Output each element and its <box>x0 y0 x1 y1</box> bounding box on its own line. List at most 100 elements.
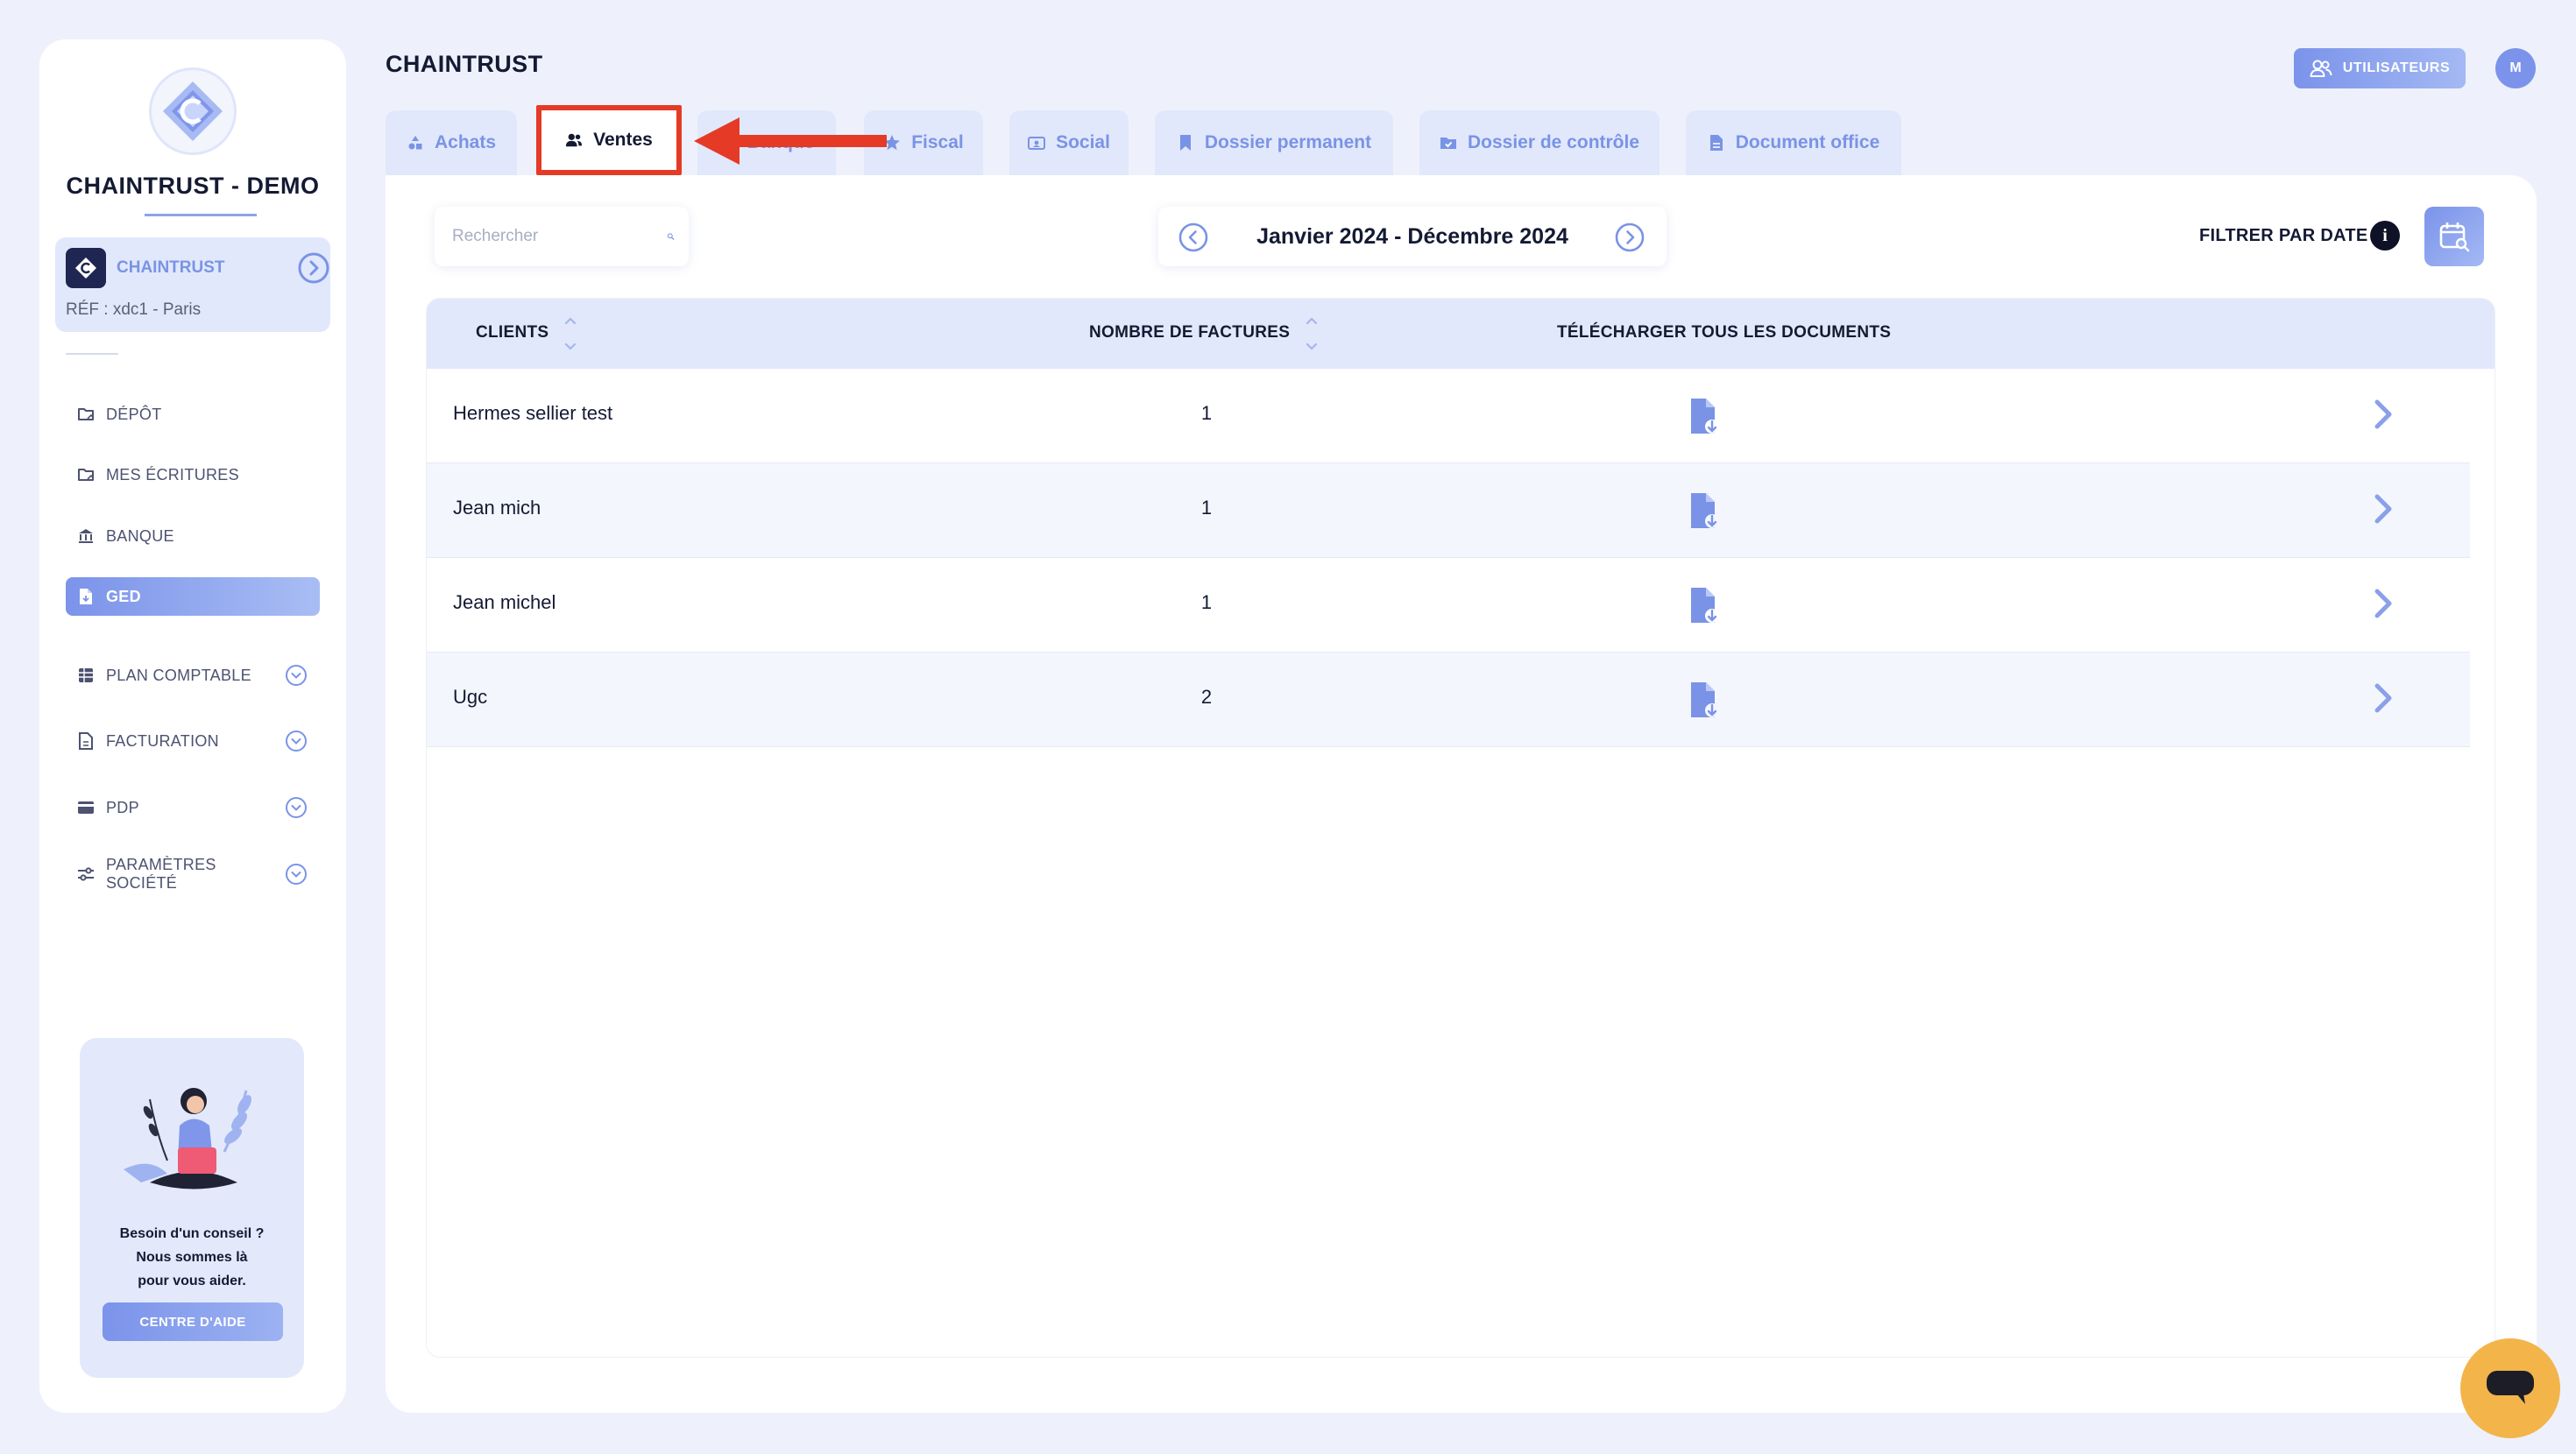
chevron-right-icon[interactable] <box>2370 493 2396 525</box>
brand-title: CHAINTRUST - DEMO <box>66 173 320 199</box>
sidebar-item-label: PDP <box>106 798 139 816</box>
help-center-button[interactable]: CENTRE D'AIDE <box>103 1302 283 1341</box>
sidebar-item-label: GED <box>106 587 141 605</box>
tab-label: Ventes <box>593 130 653 150</box>
folder-check-icon <box>1440 134 1457 152</box>
search-input[interactable] <box>452 227 667 246</box>
column-header-download: TÉLÉCHARGER TOUS LES DOCUMENTS <box>1557 323 1892 342</box>
invoice-icon <box>76 731 96 751</box>
users-icon <box>565 131 583 149</box>
company-switcher[interactable]: CHAINTRUST RÉF : xdc1 - Paris <box>55 237 330 332</box>
tab-label: Dossier de contrôle <box>1467 132 1640 152</box>
table-row[interactable]: Hermes sellier test 1 <box>427 369 2470 463</box>
sidebar-item-label: MES ÉCRITURES <box>106 465 239 483</box>
sidebar-item-pdp[interactable]: PDP <box>66 788 320 827</box>
company-name: CHAINTRUST <box>117 258 225 277</box>
sidebar-item-label: BANQUE <box>106 526 174 545</box>
sidebar-item-depot[interactable]: DÉPÔT <box>66 395 320 434</box>
chevron-right-icon[interactable] <box>2370 588 2396 619</box>
folder-icon <box>76 465 96 484</box>
info-icon[interactable]: i <box>2370 221 2400 251</box>
calendar-search-icon <box>2439 222 2470 252</box>
chaintrust-logo[interactable] <box>149 67 237 155</box>
shapes-icon <box>407 134 424 152</box>
chevron-down-icon[interactable] <box>285 730 308 752</box>
tab-achats[interactable]: Achats <box>386 110 517 175</box>
download-document-icon[interactable] <box>1688 491 1720 530</box>
column-header-clients[interactable]: CLIENTS <box>476 323 548 342</box>
invoice-count: 2 <box>1200 686 1213 708</box>
client-name: Hermes sellier test <box>453 402 613 424</box>
chevron-right-circle-icon[interactable] <box>1614 222 1645 253</box>
tab-label: Social <box>1056 132 1110 152</box>
chevron-right-icon[interactable] <box>2370 682 2396 714</box>
chevron-down-icon[interactable] <box>285 863 308 886</box>
tab-label: Dossier permanent <box>1204 132 1372 152</box>
sidebar-item-mes-ecritures[interactable]: MES ÉCRITURES <box>66 455 320 494</box>
sidebar-item-parametres-societe[interactable]: PARAMÈTRES SOCIÉTÉ <box>66 855 320 893</box>
calendar-filter-button[interactable] <box>2424 207 2484 266</box>
sidebar-item-label: PARAMÈTRES SOCIÉTÉ <box>106 856 216 892</box>
invoice-count: 1 <box>1200 497 1213 519</box>
company-logo <box>66 248 106 288</box>
company-ref: RÉF : xdc1 - Paris <box>66 300 202 319</box>
user-avatar[interactable]: M <box>2495 48 2536 88</box>
users-button-label: UTILISATEURS <box>2342 60 2451 75</box>
sidebar: CHAINTRUST - DEMO CHAINTRUST RÉF : xdc1 … <box>39 39 346 1413</box>
sidebar-item-ged[interactable]: GED <box>66 577 320 616</box>
id-card-icon <box>1028 134 1046 152</box>
sort-icon[interactable] <box>562 307 579 360</box>
help-line-2: Nous sommes là <box>136 1250 248 1265</box>
download-document-icon[interactable] <box>1688 586 1720 625</box>
sidebar-item-label: FACTURATION <box>106 731 219 750</box>
chevron-right-icon[interactable] <box>2370 399 2396 430</box>
download-document-icon[interactable] <box>1688 681 1720 719</box>
chat-icon <box>2487 1371 2534 1404</box>
tab-document-office[interactable]: Document office <box>1686 110 1901 175</box>
search-box[interactable] <box>435 207 689 266</box>
tab-dossier-de-controle[interactable]: Dossier de contrôle <box>1419 110 1660 175</box>
sidebar-item-banque[interactable]: BANQUE <box>66 517 320 555</box>
users-icon <box>2310 60 2332 77</box>
tab-social[interactable]: Social <box>1009 110 1129 175</box>
chevron-down-icon[interactable] <box>285 664 308 687</box>
sidebar-divider <box>66 353 118 355</box>
search-icon[interactable] <box>667 226 675 247</box>
invoice-count: 1 <box>1200 591 1213 613</box>
card-icon <box>76 798 96 817</box>
sidebar-item-facturation[interactable]: FACTURATION <box>66 722 320 760</box>
help-card: Besoin d'un conseil ? Nous sommes là pou… <box>80 1038 304 1378</box>
sidebar-item-label: PLAN COMPTABLE <box>106 666 251 684</box>
client-name: Jean mich <box>453 497 541 519</box>
tab-ventes[interactable]: Ventes <box>536 105 682 175</box>
bookmark-icon <box>1177 134 1194 152</box>
clients-table: CLIENTS NOMBRE DE FACTURES TÉLÉCHARGER T… <box>426 298 2495 1358</box>
file-icon <box>1708 134 1725 152</box>
users-button[interactable]: UTILISATEURS <box>2294 48 2466 88</box>
document-icon <box>76 587 96 606</box>
table-row[interactable]: Jean michel 1 <box>427 558 2470 653</box>
column-header-count[interactable]: NOMBRE DE FACTURES <box>1089 323 1290 342</box>
table-row[interactable]: Ugc 2 <box>427 653 2470 747</box>
bank-icon <box>76 526 96 546</box>
main-panel: Janvier 2024 - Décembre 2024 FILTRER PAR… <box>386 175 2537 1413</box>
sort-icon[interactable] <box>1303 307 1320 360</box>
sliders-icon <box>76 865 96 884</box>
chevron-down-icon[interactable] <box>285 796 308 819</box>
table-row[interactable]: Jean mich 1 <box>427 463 2470 558</box>
tab-dossier-permanent[interactable]: Dossier permanent <box>1155 110 1393 175</box>
table-header: CLIENTS NOMBRE DE FACTURES TÉLÉCHARGER T… <box>427 299 2495 369</box>
tab-label: Fiscal <box>911 132 964 152</box>
sidebar-item-plan-comptable[interactable]: PLAN COMPTABLE <box>66 656 320 695</box>
sidebar-item-label: DÉPÔT <box>106 405 162 423</box>
download-document-icon[interactable] <box>1688 397 1720 435</box>
chat-button[interactable] <box>2460 1338 2560 1438</box>
chevron-right-circle-icon[interactable] <box>297 251 330 285</box>
tab-label: Achats <box>434 132 497 152</box>
tab-label: Document office <box>1735 132 1880 152</box>
client-name: Jean michel <box>453 591 556 613</box>
help-illustration <box>124 1088 251 1189</box>
client-name: Ugc <box>453 686 488 708</box>
invoice-count: 1 <box>1200 402 1213 424</box>
table-icon <box>76 666 96 685</box>
